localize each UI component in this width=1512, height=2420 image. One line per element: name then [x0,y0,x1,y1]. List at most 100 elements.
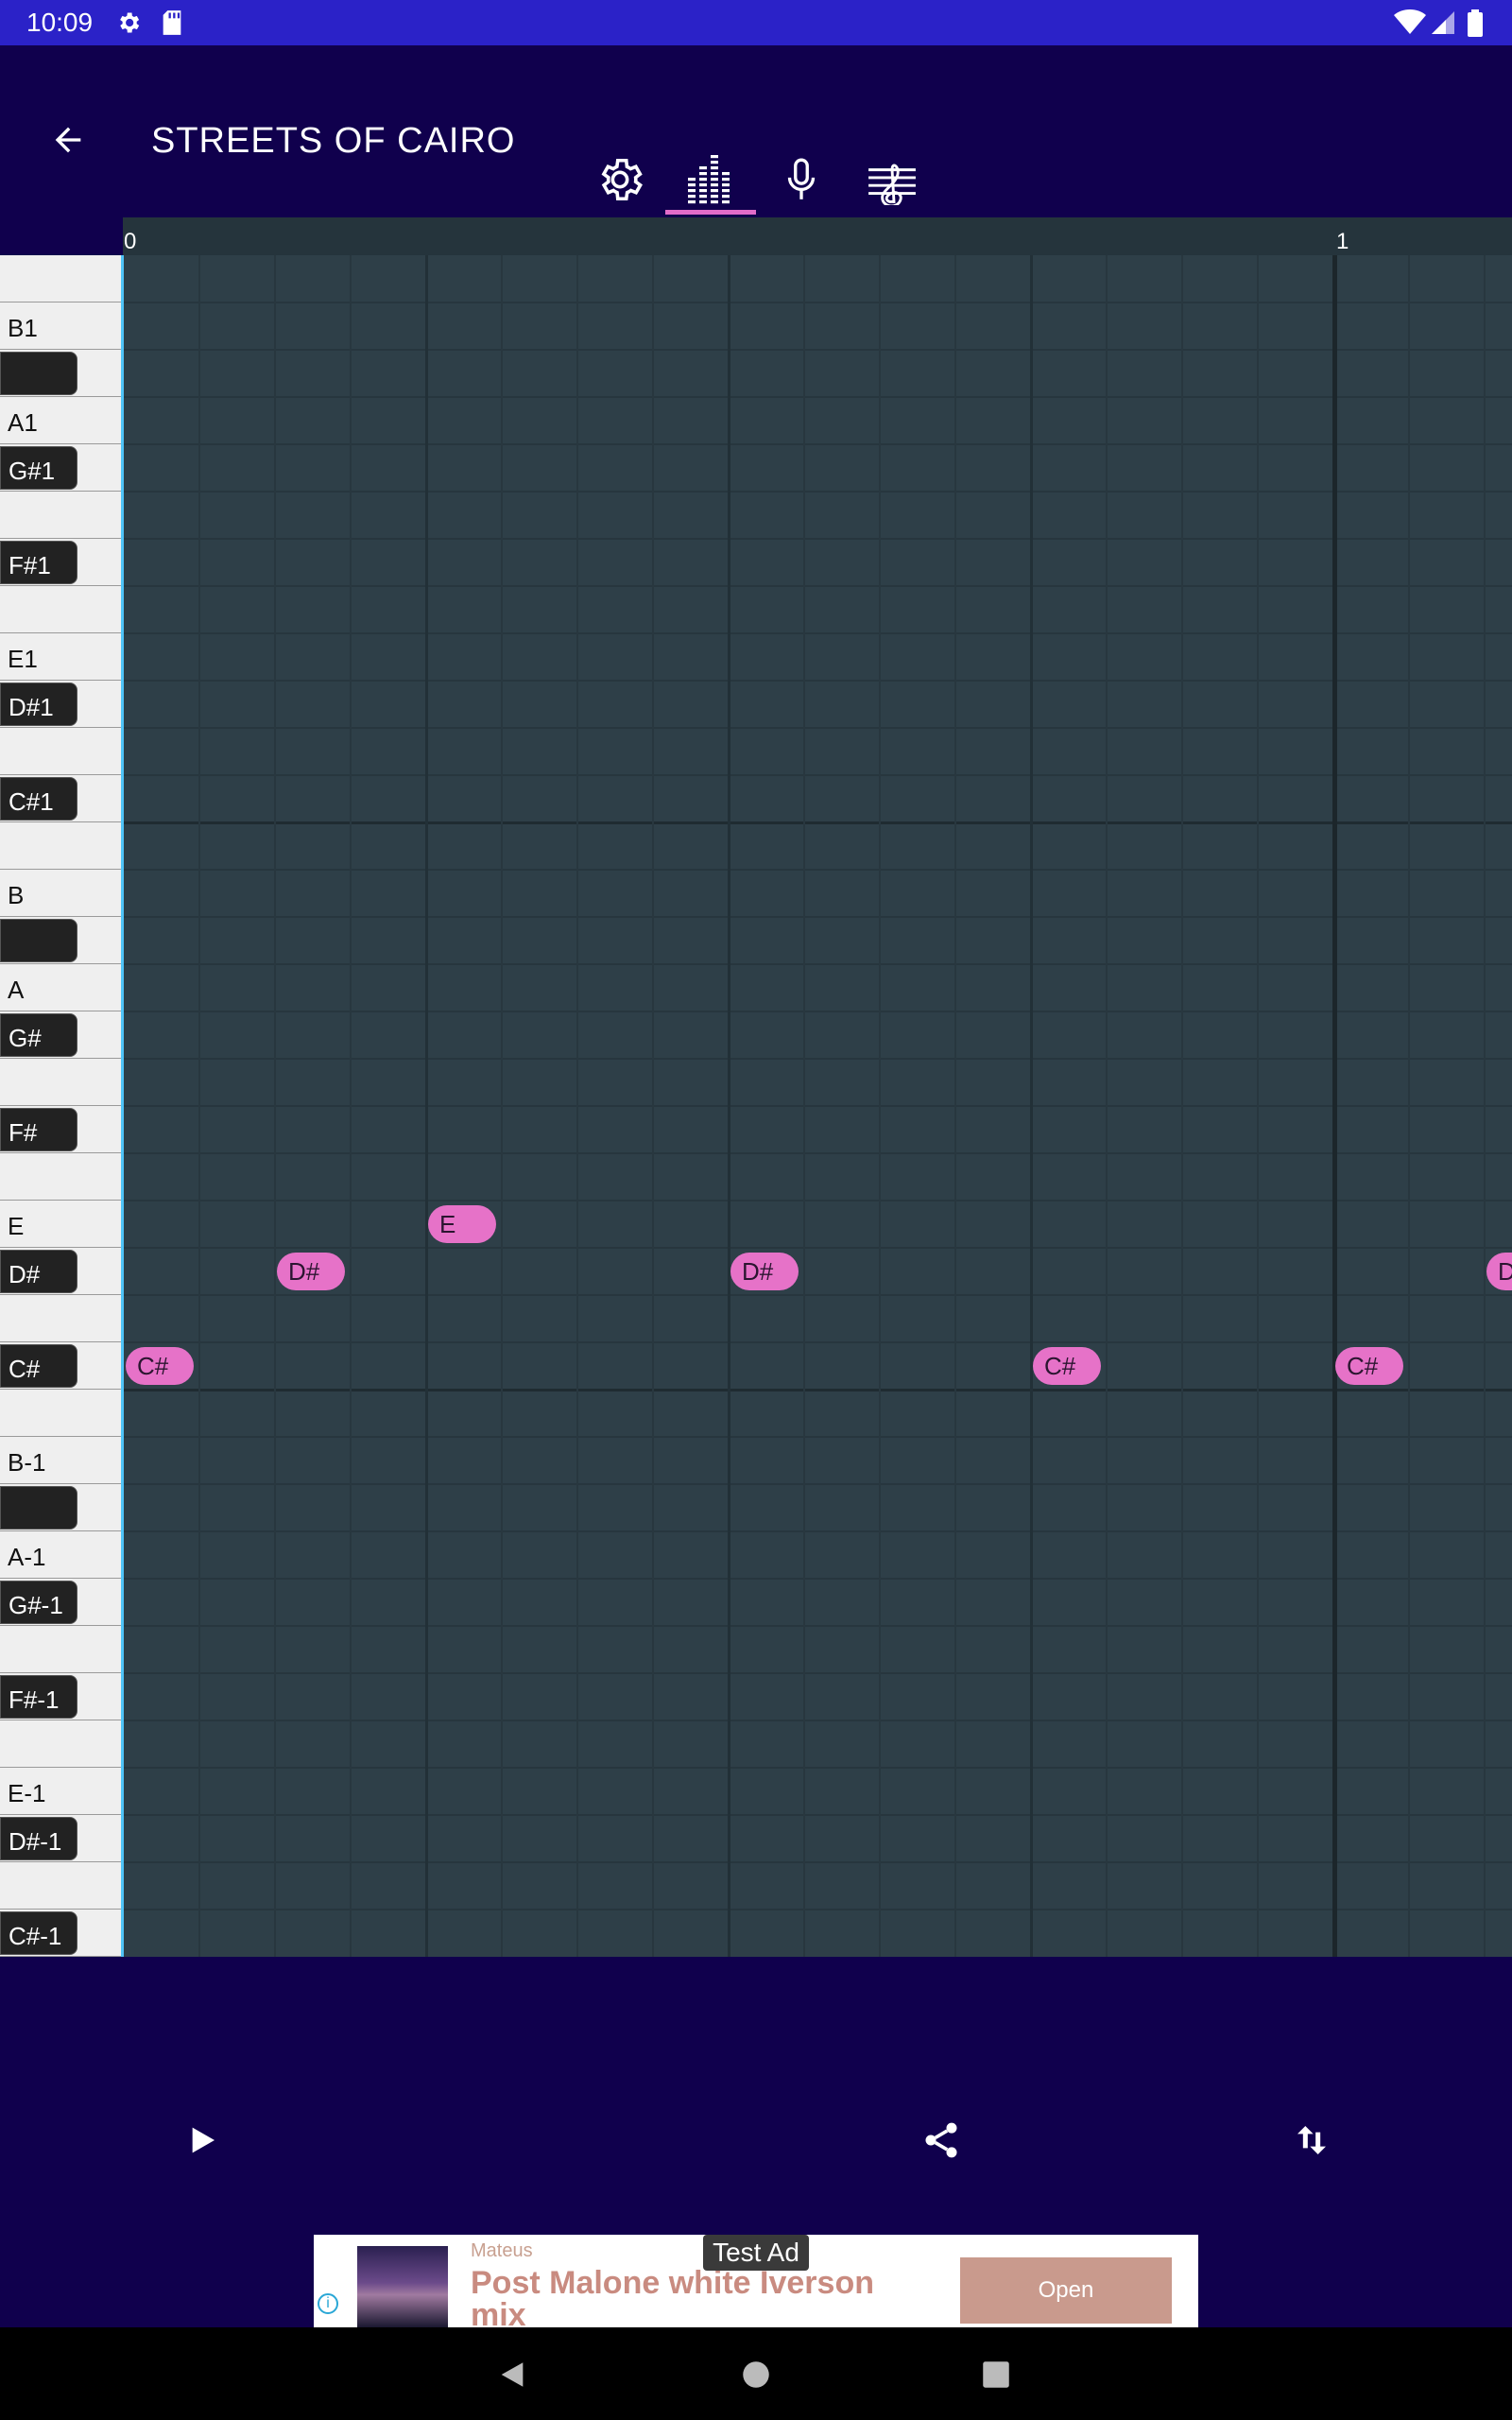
piano-key[interactable] [0,1059,121,1106]
black-key[interactable] [0,352,77,395]
tab-settings[interactable] [575,142,665,217]
piano-key-label: F# [9,1118,38,1147]
piano-key-label: F#-1 [9,1685,60,1714]
grid-column-line [350,255,352,1957]
note-block[interactable]: C# [1033,1347,1101,1385]
piano-key[interactable]: C# [0,1342,121,1390]
signal-icon [1431,9,1455,41]
play-button[interactable] [170,2110,231,2170]
tab-sheet-music[interactable] [847,142,937,217]
piano-key[interactable] [0,350,121,397]
black-key[interactable]: C#-1 [0,1911,77,1955]
grid-row-line [124,1200,1512,1201]
note-block[interactable]: C# [1335,1347,1403,1385]
black-key[interactable]: C# [0,1344,77,1388]
piano-key[interactable]: E-1 [0,1768,121,1815]
piano-key[interactable]: E [0,1201,121,1248]
black-key[interactable]: D#1 [0,683,77,726]
note-block[interactable]: E [428,1205,496,1243]
back-button[interactable] [42,113,94,166]
black-key[interactable]: D#-1 [0,1817,77,1860]
tab-record[interactable] [756,142,847,217]
piano-key-label: A [8,976,25,1004]
grid-column-line [576,255,578,1957]
piano-key[interactable] [0,586,121,633]
piano-key[interactable]: G#1 [0,444,121,492]
note-block[interactable]: C# [126,1347,194,1385]
tab-piano-roll[interactable] [665,142,756,217]
grid-row-line [124,1294,1512,1296]
nav-back-button[interactable] [484,2346,541,2403]
ad-headline[interactable]: Post Malone white Iverson mix [471,2267,886,2327]
black-key[interactable]: F#1 [0,541,77,584]
piano-key[interactable] [0,822,121,870]
piano-key[interactable]: E1 [0,633,121,681]
black-key[interactable]: G#-1 [0,1581,77,1624]
piano-key[interactable] [0,1626,121,1673]
piano-key[interactable]: D#-1 [0,1815,121,1862]
piano-keyboard: B1 A1 G#1 F#1 E1 D#1 C#1 B A G# F# E D# C# B-1 A-1 G#-1 F… [0,255,123,1957]
ad-open-button[interactable]: Open [960,2257,1172,2324]
piano-key[interactable]: C#1 [0,775,121,822]
grid-row-line [124,349,1512,351]
gear-icon [115,9,142,41]
test-ad-badge: Test Ad [703,2235,809,2271]
grid-row-line [124,1767,1512,1769]
grid-row-line [124,1247,1512,1249]
black-key[interactable]: C#1 [0,777,77,821]
grid-row-line [124,1909,1512,1910]
back-triangle-icon [501,2362,524,2387]
grid-row-line [124,821,1512,824]
piano-key[interactable]: A1 [0,397,121,444]
piano-key[interactable]: D#1 [0,681,121,728]
black-key[interactable]: F#-1 [0,1675,77,1719]
piano-key[interactable] [0,492,121,539]
grid-row-line [124,632,1512,634]
piano-key[interactable]: B [0,870,121,917]
gear-icon [601,158,643,201]
timeline-ruler[interactable]: 0 1 [123,217,1512,255]
piano-key[interactable]: F# [0,1106,121,1153]
ad-info-icon[interactable]: i [318,2293,338,2314]
piano-key[interactable] [0,1720,121,1768]
piano-key[interactable] [0,1484,121,1531]
black-key[interactable] [0,1486,77,1530]
note-block[interactable]: D# [730,1253,799,1290]
black-key[interactable]: F# [0,1108,77,1151]
piano-roll-grid[interactable]: C# D# E D# C# C# D [124,255,1512,1957]
black-key[interactable] [0,919,77,962]
note-block[interactable]: D [1486,1253,1512,1290]
piano-key[interactable]: B-1 [0,1437,121,1484]
share-button[interactable] [911,2110,971,2170]
piano-key-label: A1 [8,408,38,437]
piano-key[interactable] [0,1862,121,1910]
piano-key-label: D#-1 [9,1827,62,1856]
piano-key[interactable]: D# [0,1248,121,1295]
black-key[interactable]: D# [0,1250,77,1293]
transpose-button[interactable] [1281,2110,1342,2170]
piano-key[interactable]: F#1 [0,539,121,586]
piano-key[interactable]: G# [0,1011,121,1059]
grid-row-line [124,1011,1512,1012]
piano-key[interactable] [0,1390,121,1437]
piano-key[interactable] [0,1153,121,1201]
piano-key[interactable] [0,917,121,964]
status-time: 10:09 [26,8,94,37]
piano-key[interactable]: A [0,964,121,1011]
piano-key[interactable] [0,255,121,302]
piano-key[interactable] [0,1295,121,1342]
piano-key[interactable]: G#-1 [0,1579,121,1626]
piano-key[interactable]: F#-1 [0,1673,121,1720]
piano-key[interactable]: C#-1 [0,1910,121,1957]
piano-key[interactable]: A-1 [0,1531,121,1579]
black-key[interactable]: G# [0,1013,77,1057]
black-key[interactable]: G#1 [0,446,77,490]
grid-column-line [1030,255,1033,1957]
piano-key[interactable] [0,728,121,775]
piano-key[interactable]: B1 [0,302,121,350]
nav-recents-button[interactable] [968,2346,1024,2403]
note-block[interactable]: D# [277,1253,345,1290]
nav-home-button[interactable] [728,2346,784,2403]
grid-row-line [124,727,1512,729]
ad-thumbnail[interactable] [357,2246,448,2327]
